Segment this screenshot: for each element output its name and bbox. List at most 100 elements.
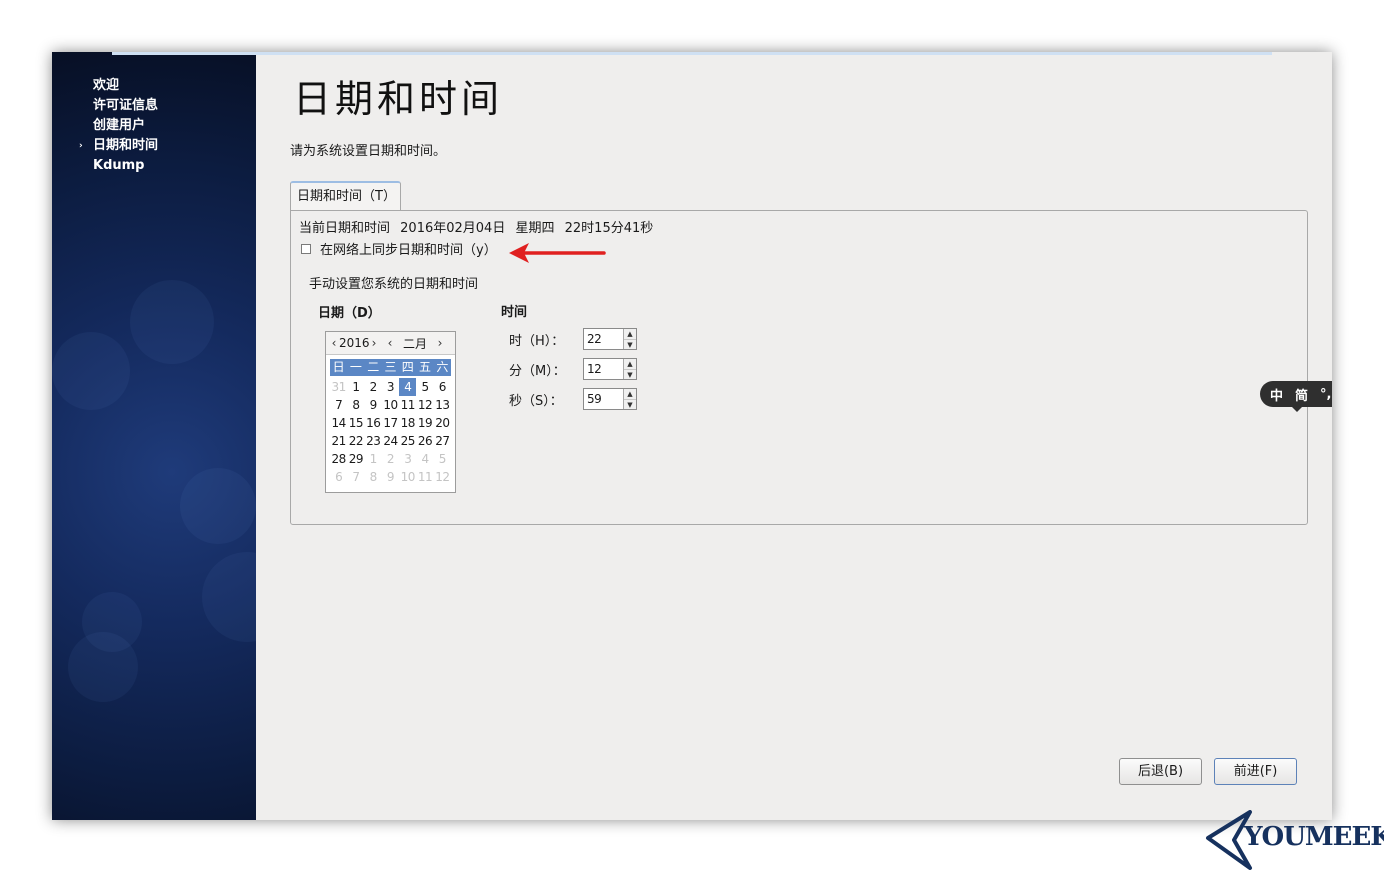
- calendar-day[interactable]: 17: [382, 414, 399, 432]
- second-value[interactable]: 59: [584, 389, 623, 409]
- date-section-label: 日期（D）: [318, 306, 381, 321]
- main-content: 日期和时间 请为系统设置日期和时间。 日期和时间（T） 当前日期和时间 2016…: [256, 52, 1332, 820]
- sidebar-nav: 欢迎 许可证信息 创建用户 › 日期和时间 Kdump: [52, 76, 256, 176]
- calendar-day[interactable]: 16: [365, 414, 382, 432]
- tab-date-time[interactable]: 日期和时间（T）: [290, 181, 401, 210]
- calendar-day[interactable]: 1: [347, 378, 364, 396]
- spin-down-icon[interactable]: ▼: [624, 400, 636, 410]
- calendar-day[interactable]: 3: [382, 378, 399, 396]
- calendar-day[interactable]: 8: [347, 396, 364, 414]
- sidebar-item-welcome: 欢迎: [52, 76, 256, 96]
- calendar-day[interactable]: 20: [434, 414, 451, 432]
- calendar-day[interactable]: 6: [330, 468, 347, 486]
- calendar-month: 二月: [402, 336, 427, 351]
- spin-up-icon[interactable]: ▲: [624, 389, 636, 400]
- second-spinner-buttons: ▲ ▼: [623, 389, 636, 409]
- calendar-day[interactable]: 5: [434, 450, 451, 468]
- calendar-day[interactable]: 9: [382, 468, 399, 486]
- network-sync-checkbox[interactable]: [301, 243, 311, 254]
- ime-lang-toggle[interactable]: 中: [1270, 385, 1283, 404]
- second-row: 秒（S）： 59 ▲ ▼: [509, 388, 637, 410]
- calendar-day[interactable]: 4: [416, 450, 433, 468]
- calendar-day[interactable]: 7: [347, 468, 364, 486]
- calendar-day[interactable]: 29: [347, 450, 364, 468]
- calendar-day[interactable]: 12: [416, 396, 433, 414]
- calendar-day[interactable]: 27: [434, 432, 451, 450]
- calendar-day[interactable]: 15: [347, 414, 364, 432]
- sidebar-bubble: [180, 468, 256, 544]
- calendar-day-selected[interactable]: 4: [399, 378, 417, 396]
- calendar-day[interactable]: 14: [330, 414, 347, 432]
- ime-punct-toggle[interactable]: °,: [1320, 387, 1331, 402]
- calendar-day[interactable]: 31: [330, 378, 347, 396]
- prev-year-icon[interactable]: ‹: [329, 336, 339, 350]
- calendar-day[interactable]: 22: [347, 432, 364, 450]
- calendar-day[interactable]: 28: [330, 450, 347, 468]
- current-datetime-label: 当前日期和时间: [299, 221, 391, 236]
- watermark-text: YOUMEEK: [1244, 822, 1384, 852]
- hour-spinner-buttons: ▲ ▼: [623, 329, 636, 349]
- spin-down-icon[interactable]: ▼: [624, 370, 636, 380]
- calendar-day[interactable]: 8: [365, 468, 382, 486]
- sidebar: 欢迎 许可证信息 创建用户 › 日期和时间 Kdump: [52, 52, 256, 820]
- calendar-day[interactable]: 10: [399, 468, 416, 486]
- minute-spinner[interactable]: 12 ▲ ▼: [583, 358, 637, 380]
- forward-button[interactable]: 前进(F): [1214, 758, 1297, 785]
- second-spinner[interactable]: 59 ▲ ▼: [583, 388, 637, 410]
- sidebar-item-license: 许可证信息: [52, 96, 256, 116]
- calendar-day[interactable]: 6: [434, 378, 451, 396]
- second-label: 秒（S）：: [509, 393, 563, 409]
- sidebar-item-label: 日期和时间: [93, 138, 159, 153]
- sidebar-item-create-user: 创建用户: [52, 116, 256, 136]
- calendar-day[interactable]: 3: [399, 450, 416, 468]
- back-button[interactable]: 后退(B): [1119, 758, 1202, 785]
- calendar-day[interactable]: 19: [416, 414, 433, 432]
- calendar-day[interactable]: 7: [330, 396, 347, 414]
- calendar-day[interactable]: 1: [365, 450, 382, 468]
- next-year-icon[interactable]: ›: [369, 336, 379, 350]
- network-sync-label[interactable]: 在网络上同步日期和时间（y）: [320, 239, 497, 258]
- spin-down-icon[interactable]: ▼: [624, 340, 636, 350]
- calendar-day[interactable]: 12: [434, 468, 451, 486]
- calendar-day[interactable]: 24: [382, 432, 399, 450]
- calendar-day[interactable]: 25: [399, 432, 416, 450]
- calendar-weekday: 四: [401, 360, 414, 374]
- ime-toolbar[interactable]: 中 简 °,: [1260, 381, 1332, 412]
- calendar-day[interactable]: 2: [365, 378, 382, 396]
- network-sync-row: 在网络上同步日期和时间（y）: [301, 239, 497, 258]
- hour-spinner[interactable]: 22 ▲ ▼: [583, 328, 637, 350]
- minute-value[interactable]: 12: [584, 359, 623, 379]
- calendar-day[interactable]: 5: [416, 378, 433, 396]
- calendar-weekday: 三: [384, 360, 397, 374]
- calendar-weekday: 日: [332, 360, 345, 374]
- current-datetime: 当前日期和时间 2016年02月04日 星期四 22时15分41秒: [299, 217, 659, 236]
- calendar-weekday: 一: [349, 360, 362, 374]
- calendar-weekday-header: 日一二三四五六: [330, 359, 451, 376]
- calendar-day[interactable]: 26: [416, 432, 433, 450]
- calendar-day[interactable]: 23: [365, 432, 382, 450]
- sidebar-bubble: [202, 552, 256, 642]
- window-top-line: [112, 52, 1272, 55]
- hour-value[interactable]: 22: [584, 329, 623, 349]
- sidebar-item-kdump: Kdump: [52, 156, 256, 176]
- calendar-day[interactable]: 21: [330, 432, 347, 450]
- calendar-weekday: 二: [367, 360, 380, 374]
- prev-month-icon[interactable]: ‹: [385, 336, 395, 350]
- calendar-day[interactable]: 9: [365, 396, 382, 414]
- calendar-day[interactable]: 13: [434, 396, 451, 414]
- manual-set-label: 手动设置您系统的日期和时间: [309, 277, 479, 292]
- calendar-day[interactable]: 18: [399, 414, 416, 432]
- calendar-day[interactable]: 11: [416, 468, 433, 486]
- calendar-day[interactable]: 2: [382, 450, 399, 468]
- current-date: 2016年02月04日: [400, 221, 506, 236]
- calendar-weekday: 六: [436, 360, 449, 374]
- calendar-day[interactable]: 10: [382, 396, 399, 414]
- calendar-day[interactable]: 11: [399, 396, 416, 414]
- active-marker-icon: ›: [79, 141, 83, 151]
- spin-up-icon[interactable]: ▲: [624, 359, 636, 370]
- hour-label: 时（H）：: [509, 333, 565, 349]
- next-month-icon[interactable]: ›: [435, 336, 445, 350]
- ime-mode-toggle[interactable]: 简: [1295, 385, 1308, 404]
- spin-up-icon[interactable]: ▲: [624, 329, 636, 340]
- calendar-header: ‹ 2016 › ‹ 二月 ›: [326, 332, 455, 355]
